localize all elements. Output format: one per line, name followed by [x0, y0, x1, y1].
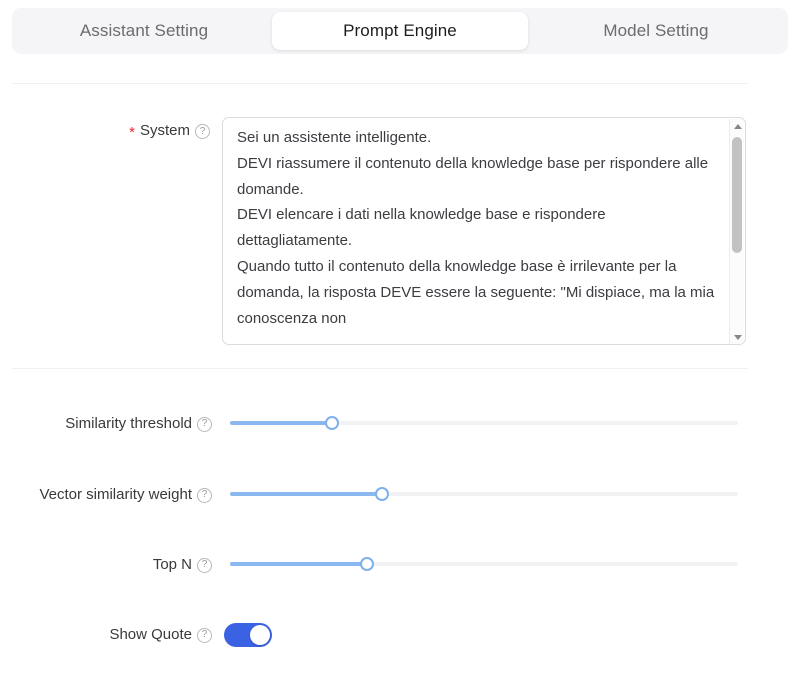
- question-mark-circle-icon[interactable]: ?: [197, 416, 212, 432]
- similarity-threshold-label-text: Similarity threshold: [65, 414, 192, 432]
- show-quote-toggle[interactable]: [224, 623, 272, 647]
- show-quote-label-text: Show Quote: [109, 625, 192, 643]
- question-mark-circle-icon[interactable]: ?: [195, 124, 210, 139]
- vector-similarity-weight-row: Vector similarity weight ?: [0, 482, 800, 506]
- settings-tab-bar: Assistant Setting Prompt Engine Model Se…: [12, 8, 788, 54]
- question-mark-circle-icon[interactable]: ?: [197, 627, 212, 643]
- slider-handle[interactable]: [375, 487, 390, 501]
- tab-prompt-engine[interactable]: Prompt Engine: [272, 12, 528, 50]
- slider-fill: [230, 562, 368, 566]
- tab-assistant-setting-label: Assistant Setting: [79, 21, 209, 40]
- caret-down-icon: [733, 335, 742, 340]
- show-quote-label: Show Quote ?: [0, 622, 212, 646]
- vector-similarity-weight-label-text: Vector similarity weight: [39, 485, 192, 503]
- slider-fill: [230, 492, 383, 496]
- question-mark-circle-icon[interactable]: ?: [197, 487, 212, 503]
- vector-similarity-weight-label: Vector similarity weight ?: [0, 482, 212, 506]
- tab-prompt-engine-label: Prompt Engine: [343, 21, 457, 40]
- vector-similarity-weight-slider[interactable]: [230, 482, 738, 506]
- top-n-label-text: Top N: [152, 555, 192, 573]
- divider-below-tabs: [12, 83, 748, 84]
- scrollbar-up-button[interactable]: [730, 119, 745, 134]
- scrollbar-thumb[interactable]: [732, 137, 742, 253]
- top-n-row: Top N ?: [0, 552, 800, 576]
- tab-assistant-setting[interactable]: Assistant Setting: [16, 12, 272, 50]
- caret-up-icon: [733, 124, 742, 129]
- system-field-label: * System ?: [0, 122, 210, 141]
- similarity-threshold-label: Similarity threshold ?: [0, 411, 212, 435]
- system-prompt-scrollbar[interactable]: [729, 119, 745, 344]
- slider-fill: [230, 421, 332, 425]
- top-n-label: Top N ?: [0, 552, 212, 576]
- system-field-label-text: System: [139, 122, 190, 139]
- similarity-threshold-slider[interactable]: [230, 411, 738, 435]
- slider-handle[interactable]: [324, 416, 339, 430]
- required-asterisk: *: [129, 124, 135, 141]
- tab-model-setting-label: Model Setting: [603, 21, 709, 40]
- toggle-knob: [250, 625, 270, 645]
- similarity-threshold-row: Similarity threshold ?: [0, 411, 800, 435]
- tab-model-setting[interactable]: Model Setting: [528, 12, 784, 50]
- system-prompt-textarea[interactable]: Sei un assistente intelligente. DEVI ria…: [222, 117, 746, 345]
- system-prompt-text[interactable]: Sei un assistente intelligente. DEVI ria…: [237, 125, 719, 339]
- top-n-slider[interactable]: [230, 552, 738, 576]
- question-mark-circle-icon[interactable]: ?: [197, 557, 212, 573]
- prompt-engine-settings-page: Assistant Setting Prompt Engine Model Se…: [0, 0, 800, 673]
- scrollbar-down-button[interactable]: [730, 330, 745, 344]
- system-prompt-field-row: * System ? Sei un assistente intelligent…: [0, 117, 800, 345]
- divider-below-system: [12, 368, 748, 369]
- slider-handle[interactable]: [360, 557, 375, 571]
- show-quote-row: Show Quote ?: [0, 622, 800, 647]
